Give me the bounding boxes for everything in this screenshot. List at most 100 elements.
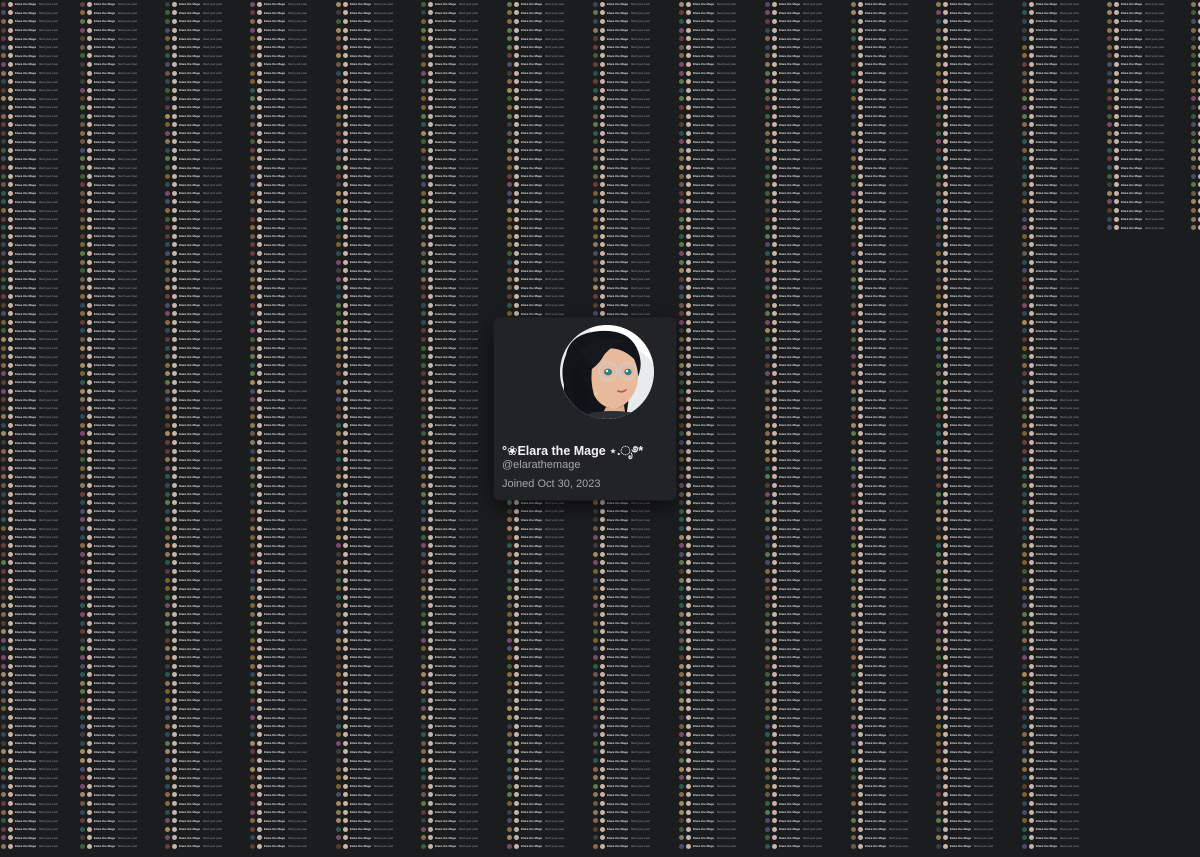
reactor-avatar-icon[interactable] xyxy=(165,251,170,257)
notification-author[interactable]: Elara the Mage xyxy=(435,2,456,6)
profile-avatar-icon[interactable] xyxy=(8,448,13,454)
notification-author[interactable]: Elara the Mage xyxy=(264,595,285,599)
notification-author[interactable]: Elara the Mage xyxy=(264,114,285,118)
notification-row[interactable]: Elara the MageRed your post xyxy=(335,688,419,697)
notification-author[interactable]: Elara the Mage xyxy=(435,802,456,806)
profile-avatar-icon[interactable] xyxy=(686,345,691,351)
notification-row[interactable]: Elara the MageRed your post xyxy=(249,584,333,593)
profile-avatar-icon[interactable] xyxy=(87,405,92,411)
notification-row[interactable]: Elara the MageRed your post xyxy=(592,198,676,207)
notification-author[interactable]: Elara the Mage xyxy=(350,406,371,410)
notification-author[interactable]: Elara the Mage xyxy=(94,552,115,556)
profile-avatar-icon[interactable] xyxy=(172,53,177,59)
reactor-avatar-icon[interactable] xyxy=(80,663,85,669)
reactor-avatar-icon[interactable] xyxy=(679,560,684,566)
notification-author[interactable]: Elara the Mage xyxy=(521,724,542,728)
profile-avatar-icon[interactable] xyxy=(772,491,777,497)
notification-row[interactable]: Elara the MageRed your post xyxy=(420,464,504,473)
notification-author[interactable]: Elara the Mage xyxy=(179,655,200,659)
profile-avatar-icon[interactable] xyxy=(514,792,519,798)
profile-avatar-icon[interactable] xyxy=(343,259,348,265)
notification-row[interactable]: Elara the MageRed your post xyxy=(764,370,848,379)
profile-avatar-icon[interactable] xyxy=(772,809,777,815)
profile-avatar-icon[interactable] xyxy=(514,10,519,16)
profile-avatar-icon[interactable] xyxy=(772,104,777,110)
reactor-avatar-icon[interactable] xyxy=(1,371,6,377)
notification-row[interactable]: Elara the MageRed your post xyxy=(249,748,333,757)
notification-row[interactable]: Elara the MageRed your post xyxy=(420,404,504,413)
notification-author[interactable]: Elara the Mage xyxy=(179,166,200,170)
notification-author[interactable]: Elara the Mage xyxy=(350,810,371,814)
notification-author[interactable]: Elara the Mage xyxy=(94,131,115,135)
notification-author[interactable]: Elara the Mage xyxy=(94,406,115,410)
notification-row[interactable]: Elara the MageRed your post xyxy=(0,739,78,748)
notification-author[interactable]: Elara the Mage xyxy=(15,793,36,797)
notification-row[interactable]: Elara the MageRed your post xyxy=(764,498,848,507)
notification-author[interactable]: Elara the Mage xyxy=(435,827,456,831)
notification-author[interactable]: Elara the Mage xyxy=(15,475,36,479)
profile-avatar-icon[interactable] xyxy=(8,500,13,506)
profile-avatar-icon[interactable] xyxy=(257,199,262,205)
profile-avatar-icon[interactable] xyxy=(772,603,777,609)
profile-avatar-icon[interactable] xyxy=(428,749,433,755)
reactor-avatar-icon[interactable] xyxy=(421,663,426,669)
notification-author[interactable]: Elara the Mage xyxy=(779,423,800,427)
notification-author[interactable]: Elara the Mage xyxy=(15,673,36,677)
reactor-avatar-icon[interactable] xyxy=(1,199,6,205)
reactor-avatar-icon[interactable] xyxy=(336,208,341,214)
notification-row[interactable]: Elara the MageRed your post xyxy=(79,593,163,602)
reactor-avatar-icon[interactable] xyxy=(80,594,85,600)
notification-author[interactable]: Elara the Mage xyxy=(779,647,800,651)
reactor-avatar-icon[interactable] xyxy=(1,276,6,282)
reactor-avatar-icon[interactable] xyxy=(250,818,255,824)
notification-row[interactable]: Elara the MageRed your post xyxy=(678,0,762,9)
notification-author[interactable]: Elara the Mage xyxy=(264,286,285,290)
notification-row[interactable]: Elara the MageRed your post xyxy=(249,155,333,164)
notification-row[interactable]: Elara the MageRed your post xyxy=(764,722,848,731)
notification-author[interactable]: Elara the Mage xyxy=(15,698,36,702)
notification-author[interactable]: Elara the Mage xyxy=(15,664,36,668)
notification-author[interactable]: Elara the Mage xyxy=(179,707,200,711)
profile-avatar-icon[interactable] xyxy=(343,345,348,351)
notification-author[interactable]: Elara the Mage xyxy=(865,37,886,41)
notification-author[interactable]: Elara the Mage xyxy=(693,750,714,754)
notification-author[interactable]: Elara the Mage xyxy=(15,389,36,393)
notification-author[interactable]: Elara the Mage xyxy=(521,45,542,49)
profile-avatar-icon[interactable] xyxy=(428,801,433,807)
notification-author[interactable]: Elara the Mage xyxy=(179,776,200,780)
reactor-avatar-icon[interactable] xyxy=(507,697,512,703)
notification-row[interactable]: Elara the MageRed your post xyxy=(249,241,333,250)
profile-avatar-icon[interactable] xyxy=(343,577,348,583)
profile-avatar-icon[interactable] xyxy=(772,233,777,239)
notification-row[interactable]: Elara the MageRed your post xyxy=(592,86,676,95)
notification-author[interactable]: Elara the Mage xyxy=(779,587,800,591)
notification-author[interactable]: Elara the Mage xyxy=(264,527,285,531)
reactor-avatar-icon[interactable] xyxy=(250,328,255,334)
reactor-avatar-icon[interactable] xyxy=(1,285,6,291)
reactor-avatar-icon[interactable] xyxy=(679,61,684,67)
notification-row[interactable]: Elara the MageRed your post xyxy=(678,344,762,353)
profile-avatar-icon[interactable] xyxy=(772,500,777,506)
profile-avatar-icon[interactable] xyxy=(428,36,433,42)
reactor-avatar-icon[interactable] xyxy=(1,723,6,729)
notification-author[interactable]: Elara the Mage xyxy=(94,561,115,565)
notification-author[interactable]: Elara the Mage xyxy=(94,37,115,41)
notification-author[interactable]: Elara the Mage xyxy=(607,209,628,213)
notification-author[interactable]: Elara the Mage xyxy=(350,415,371,419)
notification-author[interactable]: Elara the Mage xyxy=(350,217,371,221)
reactor-avatar-icon[interactable] xyxy=(679,534,684,540)
reactor-avatar-icon[interactable] xyxy=(765,319,770,325)
profile-avatar-icon[interactable] xyxy=(772,689,777,695)
profile-avatar-icon[interactable] xyxy=(172,663,177,669)
reactor-avatar-icon[interactable] xyxy=(80,517,85,523)
notification-row[interactable]: Elara the MageRed your post xyxy=(420,473,504,482)
notification-row[interactable]: Elara the MageRed your post xyxy=(678,791,762,800)
profile-avatar-icon[interactable] xyxy=(172,87,177,93)
notification-author[interactable]: Elara the Mage xyxy=(693,363,714,367)
reactor-avatar-icon[interactable] xyxy=(1,594,6,600)
notification-row[interactable]: Elara the MageRed your post xyxy=(678,533,762,542)
notification-author[interactable]: Elara the Mage xyxy=(521,114,542,118)
profile-avatar-icon[interactable] xyxy=(87,697,92,703)
profile-avatar-icon[interactable] xyxy=(257,225,262,231)
reactor-avatar-icon[interactable] xyxy=(593,18,598,24)
